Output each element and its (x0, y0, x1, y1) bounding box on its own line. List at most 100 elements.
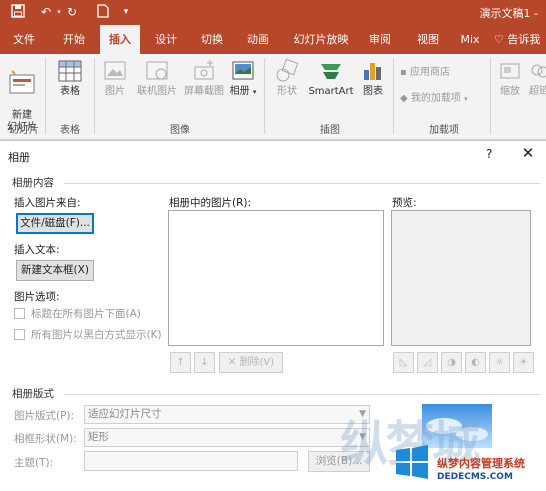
group-separator (264, 58, 265, 134)
lightbulb-icon: ♡ (494, 33, 504, 46)
zoom-label: 缩放 (500, 86, 520, 97)
brightness-up-icon: ☼ (495, 357, 504, 368)
frame-shape-value: 矩形 (88, 431, 109, 443)
delete-button[interactable]: ✕ 删除(V) (219, 352, 283, 373)
rotate-left-icon: ◺ (399, 357, 408, 368)
link-label: 超链 (529, 86, 546, 97)
pictures-in-album-label: 相册中的图片(R): (169, 197, 252, 209)
store-label: 应用商店 (409, 67, 450, 78)
theme-input[interactable] (84, 451, 298, 471)
decrease-brightness-button[interactable]: ☀ (513, 352, 534, 373)
group-separator (490, 58, 491, 134)
contrast-down-icon: ◐ (471, 357, 480, 368)
store-button[interactable]: ▪ 应用商店 (400, 66, 450, 80)
shapes-label: 形状 (277, 86, 297, 97)
move-up-button[interactable]: ↑ (170, 352, 191, 373)
chart-button[interactable]: 图表 (358, 58, 388, 98)
move-down-button[interactable]: ↓ (194, 352, 215, 373)
tab-design[interactable]: 设计 (146, 25, 186, 54)
help-button[interactable]: ? (486, 147, 492, 161)
online-picture-button[interactable]: 联机图片 (133, 58, 181, 98)
watermark-text: 纵梦内容管理系统 (437, 457, 525, 470)
frame-shape-select[interactable]: 矩形 ▼ (84, 428, 370, 447)
picture-icon (104, 61, 126, 80)
insert-from-label: 插入图片来自: (14, 197, 81, 209)
group-label-images: 图像 (170, 125, 190, 136)
zoom-button[interactable]: 缩放 (496, 58, 524, 98)
document-title: 演示文稿1 - (479, 7, 538, 20)
picture-options-label: 图片选项: (14, 291, 60, 303)
chart-icon (364, 63, 381, 80)
increase-brightness-button[interactable]: ☼ (489, 352, 510, 373)
caption-below-label: 标题在所有图片下面(A) (31, 308, 141, 320)
album-button[interactable]: 相册 ▾ (228, 58, 258, 98)
tab-view[interactable]: 视图 (408, 25, 448, 54)
picture-label: 图片 (105, 86, 125, 97)
album-layout-heading: 相册版式 (12, 388, 54, 400)
pictures-in-album-list[interactable] (168, 210, 384, 346)
tab-transitions[interactable]: 切换 (192, 25, 232, 54)
tab-mix[interactable]: Mix (452, 25, 488, 54)
addins-dropdown-icon: ▾ (464, 95, 468, 103)
table-label: 表格 (60, 86, 80, 97)
group-label-addins: 加载项 (429, 125, 459, 136)
my-addins-button[interactable]: ◆ 我的加载项 ▾ (400, 92, 468, 106)
new-slide-icon (9, 70, 35, 94)
group-label-tables: 表格 (60, 125, 80, 136)
save-icon[interactable] (10, 4, 26, 20)
shapes-button[interactable]: 形状 (270, 58, 304, 98)
smartart-label: SmartArt (308, 86, 354, 97)
link-button[interactable]: 超链 (528, 58, 546, 98)
tab-file[interactable]: 文件 (4, 25, 44, 54)
album-content-heading: 相册内容 (12, 177, 54, 189)
decrease-contrast-button[interactable]: ◐ (465, 352, 486, 373)
smartart-icon (321, 64, 341, 79)
table-button[interactable]: 表格 (50, 58, 90, 98)
screenshot-button[interactable]: 屏幕截图 (180, 58, 228, 98)
rotate-right-icon: ◿ (423, 357, 432, 368)
insert-text-label: 插入文本: (14, 244, 60, 256)
customize-icon[interactable]: ▾ (118, 4, 134, 20)
file-disk-button[interactable]: 文件/磁盘(F)... (16, 213, 94, 234)
store-icon: ▪ (400, 67, 407, 78)
tab-home[interactable]: 开始 (52, 25, 96, 54)
online-picture-icon (146, 61, 168, 80)
smartart-button[interactable]: SmartArt (306, 58, 356, 98)
album-label: 相册 (229, 86, 250, 97)
link-icon (531, 64, 546, 78)
theme-label: 主题(T): (14, 457, 54, 469)
frame-shape-label: 相框形状(M): (14, 433, 77, 445)
ribbon-tabs: 文件 开始 插入 设计 切换 动画 幻灯片放映 审阅 视图 Mix ♡ 告诉我 (0, 25, 546, 54)
preview-label: 预览: (392, 197, 417, 209)
increase-contrast-button[interactable]: ◑ (441, 352, 462, 373)
title-bar: ↶ ▾ ↻ ▾ 演示文稿1 - (0, 0, 546, 25)
caption-below-checkbox[interactable] (14, 308, 25, 319)
online-picture-label: 联机图片 (137, 86, 177, 97)
picture-button[interactable]: 图片 (99, 58, 131, 98)
picture-layout-label: 图片版式(P): (14, 410, 75, 422)
table-icon (58, 60, 82, 82)
close-icon[interactable]: ✕ (518, 144, 538, 162)
picture-layout-select[interactable]: 适应幻灯片尺寸 ▼ (84, 405, 370, 424)
new-textbox-button[interactable]: 新建文本框(X) (16, 260, 94, 281)
tab-slideshow[interactable]: 幻灯片放映 (287, 25, 355, 54)
all-bw-checkbox[interactable] (14, 329, 25, 340)
album-dropdown-icon: ▾ (252, 88, 257, 96)
tab-animations[interactable]: 动画 (238, 25, 278, 54)
tab-insert[interactable]: 插入 (100, 25, 140, 54)
rotate-right-button[interactable]: ◿ (417, 352, 438, 373)
tab-tell-me[interactable]: ♡ 告诉我 (494, 25, 546, 54)
picture-layout-value: 适应幻灯片尺寸 (88, 408, 162, 420)
windows-logo-icon (392, 442, 432, 482)
contrast-up-icon: ◑ (447, 357, 456, 368)
group-separator (94, 58, 95, 134)
all-bw-label: 所有图片以黑白方式显示(K) (31, 329, 162, 341)
delete-label: 删除(V) (239, 357, 275, 368)
redo-icon[interactable]: ↻ (64, 4, 80, 20)
rotate-left-button[interactable]: ◺ (393, 352, 414, 373)
group-label-illustrations: 插图 (320, 125, 340, 136)
preview-pane (391, 210, 531, 346)
group-separator (393, 58, 394, 134)
new-file-icon[interactable] (95, 4, 111, 20)
tab-review[interactable]: 审阅 (360, 25, 400, 54)
